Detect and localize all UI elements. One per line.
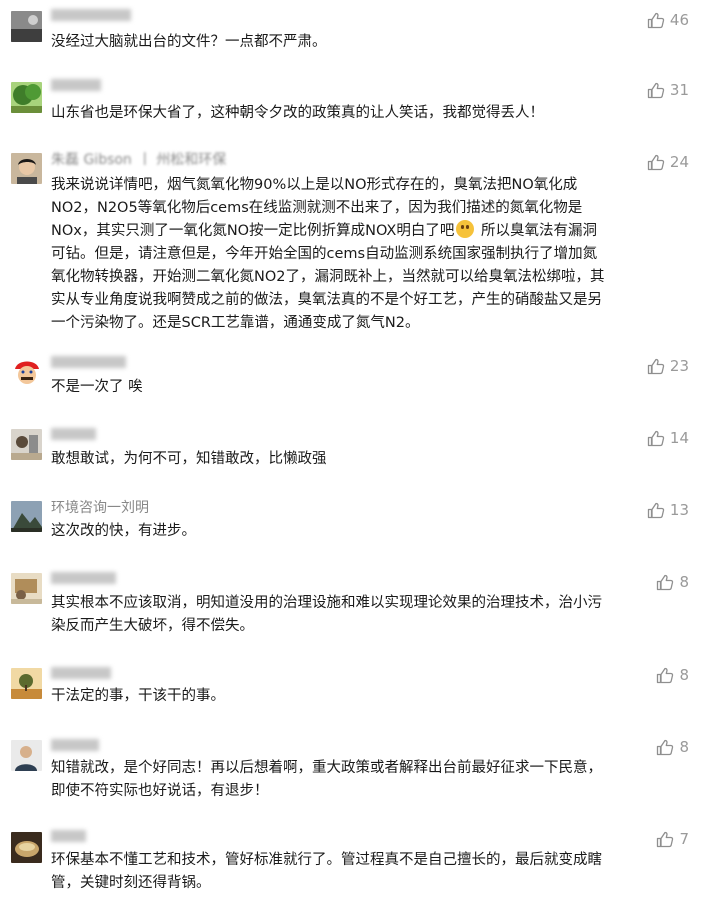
like-button[interactable]: 13 (647, 501, 689, 519)
thumbs-up-icon (647, 502, 665, 518)
like-count: 8 (679, 738, 689, 756)
mountain-icon (11, 501, 42, 532)
commenter-name[interactable] (51, 830, 86, 846)
avatar[interactable] (11, 357, 42, 388)
like-button[interactable]: 8 (656, 666, 689, 684)
like-count: 23 (669, 357, 689, 375)
comment-text: 不是一次了 唉 (51, 379, 143, 395)
commenter-name[interactable] (51, 356, 126, 372)
food-icon (11, 832, 42, 863)
like-button[interactable]: 7 (656, 830, 689, 848)
landscape-icon (11, 11, 42, 42)
mario-icon (11, 357, 42, 388)
photo-icon (11, 429, 42, 460)
like-count: 31 (669, 81, 689, 99)
avatar[interactable] (11, 740, 42, 771)
like-count: 8 (679, 666, 689, 684)
like-count: 24 (669, 153, 689, 171)
like-count: 7 (679, 830, 689, 848)
like-count: 13 (669, 501, 689, 519)
grinning-face-icon (456, 220, 475, 238)
commenter-name[interactable] (51, 739, 99, 755)
sunset-tree-icon (11, 668, 42, 699)
comment-text: 这次改的快，有进步。 (51, 523, 196, 539)
thumbs-up-icon (657, 739, 674, 755)
portrait-icon (11, 153, 42, 184)
thumbs-up-icon (657, 831, 674, 847)
comment-item: 没经过大脑就出台的文件？一点都不严肃。 46 (0, 0, 713, 70)
commenter-name[interactable] (51, 9, 131, 25)
comment-text: 环保基本不懂工艺和技术，管好标准就行了。管过程真不是自己擅长的，最后就变成瞎 管… (51, 852, 602, 891)
like-button[interactable]: 31 (647, 81, 689, 99)
comment-item: 朱磊 Gibson 丨 州松和环保 我来说说详情吧，烟气氮氧化物90%以上是以NO… (0, 142, 713, 346)
like-button[interactable]: 24 (647, 153, 689, 171)
avatar[interactable] (11, 11, 42, 42)
avatar[interactable] (11, 573, 42, 604)
commenter-name[interactable] (51, 79, 101, 95)
like-count: 14 (669, 429, 689, 447)
thumbs-up-icon (657, 574, 674, 590)
commenter-name[interactable] (51, 667, 111, 683)
comment-text: 我来说说详情吧，烟气氮氧化物90%以上是以NO形式存在的，臭氧法把NO氧化成 N… (51, 177, 605, 331)
avatar[interactable] (11, 832, 42, 863)
comment-item: 环境咨询一刘明 这次改的快，有进步。 13 (0, 490, 713, 562)
thumbs-up-icon (657, 667, 674, 683)
thumbs-up-icon (647, 82, 665, 98)
person-icon (11, 740, 42, 771)
comment-text: 干法定的事，干该干的事。 (51, 688, 225, 704)
commenter-name[interactable] (51, 428, 96, 444)
like-count: 46 (669, 11, 689, 29)
commenter-name[interactable] (51, 572, 116, 588)
comment-text: 敢想敢试，为何不可，知错敢改，比懒政强 (51, 451, 327, 467)
thumbs-up-icon (647, 154, 665, 170)
like-button[interactable]: 46 (647, 11, 689, 29)
avatar[interactable] (11, 668, 42, 699)
comment-item: 环保基本不懂工艺和技术，管好标准就行了。管过程真不是自己擅长的，最后就变成瞎 管… (0, 824, 713, 897)
comment-item: 敢想敢试，为何不可，知错敢改，比懒政强 14 (0, 418, 713, 490)
thumbs-up-icon (647, 12, 665, 28)
comment-item: 干法定的事，干该干的事。 8 (0, 657, 713, 729)
comment-text: 知错就改，是个好同志！再以后想着啊，重大政策或者解释出台前最好征求一下民意， 即… (51, 760, 602, 799)
comment-item: 知错就改，是个好同志！再以后想着啊，重大政策或者解释出台前最好征求一下民意， 即… (0, 729, 713, 824)
photo-icon (11, 573, 42, 604)
like-button[interactable]: 8 (656, 738, 689, 756)
avatar[interactable] (11, 82, 42, 113)
avatar[interactable] (11, 153, 42, 184)
comment-text: 其实根本不应该取消，明知道没用的治理设施和难以实现理论效果的治理技术，治小污 染… (51, 595, 602, 634)
commenter-name[interactable]: 环境咨询一刘明 (51, 500, 149, 516)
comment-item: 山东省也是环保大省了，这种朝令夕改的政策真的让人笑话，我都觉得丢人！ 31 (0, 70, 713, 142)
comment-item: 其实根本不应该取消，明知道没用的治理设施和难以实现理论效果的治理技术，治小污 染… (0, 562, 713, 657)
commenter-name[interactable]: 朱磊 Gibson 丨 州松和环保 (51, 152, 226, 168)
tree-icon (11, 82, 42, 113)
like-button[interactable]: 8 (656, 573, 689, 591)
avatar[interactable] (11, 501, 42, 532)
thumbs-up-icon (647, 358, 665, 374)
avatar[interactable] (11, 429, 42, 460)
like-count: 8 (679, 573, 689, 591)
thumbs-up-icon (647, 430, 665, 446)
like-button[interactable]: 23 (647, 357, 689, 375)
like-button[interactable]: 14 (647, 429, 689, 447)
comment-text: 没经过大脑就出台的文件？一点都不严肃。 (51, 34, 327, 50)
comment-item: 不是一次了 唉 23 (0, 346, 713, 418)
comment-text: 山东省也是环保大省了，这种朝令夕改的政策真的让人笑话，我都觉得丢人！ (51, 105, 544, 121)
